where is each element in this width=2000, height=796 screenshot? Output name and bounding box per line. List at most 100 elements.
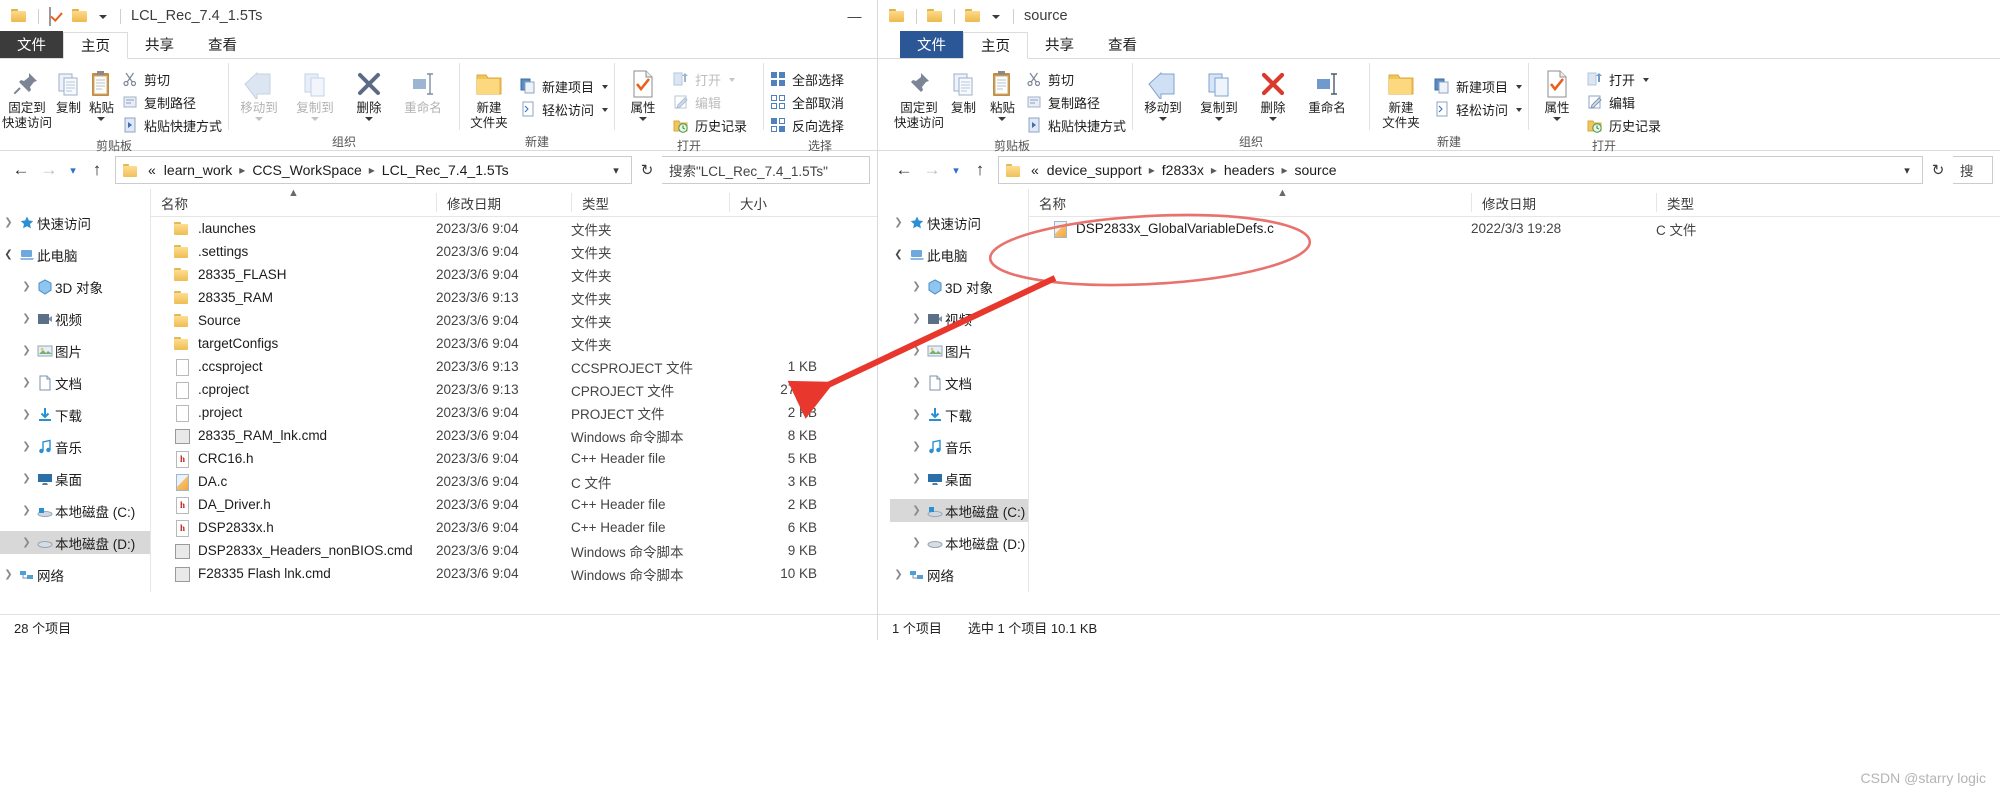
open-chevron-down-icon[interactable] (729, 77, 736, 82)
table-row[interactable]: .project 2023/3/6 9:04 PROJECT 文件 2 KB (151, 401, 877, 424)
nav-item-downloads[interactable]: ❯ 下载 (890, 403, 1028, 426)
column-header-date[interactable]: 修改日期 (1471, 193, 1656, 212)
chevron-right-icon[interactable]: ❯ (18, 313, 35, 324)
breadcrumb-item-2[interactable]: LCL_Rec_7.4_1.5Ts (378, 162, 513, 178)
new-folder-button[interactable]: 新建 文件夹 (462, 63, 516, 131)
chevron-down-icon[interactable]: ❮ (0, 249, 17, 260)
nav-item-music[interactable]: ❯ 音乐 (0, 435, 150, 458)
back-button[interactable]: ← (890, 156, 918, 184)
table-row[interactable]: .ccsproject 2023/3/6 9:13 CCSPROJECT 文件 1 K… (151, 355, 877, 378)
nav-item-local-disk-c[interactable]: ❯ 本地磁盘 (C:) (0, 499, 150, 522)
table-row[interactable]: DSP2833x_GlobalVariableDefs.c 2022/3/3 19… (1029, 217, 2000, 240)
new-item-button[interactable]: 新建项目 (516, 75, 612, 98)
table-row[interactable]: Source 2023/3/6 9:04 文件夹 (151, 309, 877, 332)
cut-button[interactable]: 剪切 (1022, 68, 1130, 91)
tab-view[interactable]: 查看 (191, 31, 254, 58)
nav-item-desktop[interactable]: ❯ 桌面 (890, 467, 1028, 490)
properties-button[interactable]: 属性 (617, 63, 669, 121)
delete-chevron-down-icon[interactable] (365, 117, 373, 121)
chevron-right-icon[interactable]: ❯ (908, 441, 925, 452)
address-history-chevron-down-icon[interactable]: ▾ (605, 164, 627, 177)
open-button[interactable]: 打开 (1583, 68, 1665, 91)
qat-customize-chevron-down-icon[interactable] (98, 11, 109, 22)
new-folder-button[interactable]: 新建 文件夹 (1372, 63, 1430, 131)
chevron-right-icon[interactable]: ❯ (908, 473, 925, 484)
breadcrumb-item-0[interactable]: learn_work (160, 162, 236, 178)
refresh-button[interactable]: ↻ (632, 156, 662, 184)
nav-item-network[interactable]: ❯ 网络 (890, 563, 1028, 586)
breadcrumb-chevron-2[interactable]: ▸ (1278, 163, 1290, 177)
properties-button[interactable]: 属性 (1531, 63, 1583, 121)
table-row[interactable]: F28335 Flash lnk.cmd 2023/3/6 9:04 Windows… (151, 562, 877, 585)
tab-home[interactable]: 主页 (963, 32, 1028, 59)
breadcrumb-chevron-0[interactable]: ▸ (1146, 163, 1158, 177)
breadcrumb-chevron-1[interactable]: ▸ (1208, 163, 1220, 177)
chevron-right-icon[interactable]: ❯ (908, 409, 925, 420)
tab-file[interactable]: 文件 (0, 31, 63, 58)
system-menu-folder-icon[interactable] (889, 8, 906, 24)
breadcrumb-chevron-0[interactable]: ▸ (236, 163, 248, 177)
table-row[interactable]: DA_Driver.h 2023/3/6 9:04 C++ Header file 2… (151, 493, 877, 516)
search-input[interactable]: 搜索"LCL_Rec_7.4_1.5Ts" (662, 156, 870, 184)
breadcrumb-chevron-1[interactable]: ▸ (366, 163, 378, 177)
chevron-right-icon[interactable]: ❯ (908, 537, 925, 548)
nav-item-desktop[interactable]: ❯ 桌面 (0, 467, 150, 490)
nav-item-local-disk-c[interactable]: ❯ 本地磁盘 (C:) (890, 499, 1028, 522)
refresh-button[interactable]: ↻ (1923, 156, 1953, 184)
paste-shortcut-button[interactable]: 粘贴快捷方式 (1022, 114, 1130, 137)
minimize-button[interactable]: — (832, 1, 877, 31)
chevron-right-icon[interactable]: ❯ (18, 441, 35, 452)
paste-button[interactable]: 粘贴 (983, 63, 1022, 121)
chevron-right-icon[interactable]: ❯ (908, 345, 925, 356)
open-chevron-down-icon[interactable] (1643, 77, 1650, 82)
nav-item-local-disk-d[interactable]: ❯ 本地磁盘 (D:) (0, 531, 150, 554)
qat-new-folder-icon[interactable] (927, 8, 944, 24)
forward-button[interactable]: → (35, 156, 63, 184)
tab-home[interactable]: 主页 (63, 32, 128, 59)
table-row[interactable]: CRC16.h 2023/3/6 9:04 C++ Header file 5 KB (151, 447, 877, 470)
column-header-date[interactable]: 修改日期 (436, 193, 571, 212)
pin-to-quick-access-button[interactable]: 固定到 快速访问 (2, 63, 52, 131)
chevron-right-icon[interactable]: ❯ (18, 377, 35, 388)
move-to-button[interactable]: 移动到 (231, 63, 287, 121)
delete-chevron-down-icon[interactable] (1269, 117, 1277, 121)
paste-chevron-down-icon[interactable] (998, 117, 1007, 121)
nav-item-this-pc[interactable]: ❮ 此电脑 (0, 243, 150, 266)
forward-button[interactable]: → (918, 156, 946, 184)
chevron-right-icon[interactable]: ❯ (890, 217, 907, 228)
rename-button[interactable]: 重命名 (1299, 63, 1355, 116)
address-input[interactable]: « learn_work ▸ CCS_WorkSpace ▸ LCL_Rec_7… (115, 156, 632, 184)
new-item-chevron-down-icon[interactable] (602, 84, 608, 89)
select-none-button[interactable]: 全部取消 (766, 91, 848, 114)
column-header-type[interactable]: 类型 (571, 193, 729, 212)
breadcrumb-item-1[interactable]: CCS_WorkSpace (248, 162, 365, 178)
tab-file[interactable]: 文件 (900, 31, 963, 58)
chevron-right-icon[interactable]: ❯ (908, 313, 925, 324)
nav-item-videos[interactable]: ❯ 视频 (0, 307, 150, 330)
nav-item-music[interactable]: ❯ 音乐 (890, 435, 1028, 458)
nav-item-3d-objects[interactable]: ❯ 3D 对象 (890, 275, 1028, 298)
copy-to-button[interactable]: 复制到 (287, 63, 343, 121)
move-to-chevron-down-icon[interactable] (1159, 117, 1167, 121)
address-history-chevron-down-icon[interactable]: ▾ (1896, 164, 1918, 177)
new-item-chevron-down-icon[interactable] (1516, 84, 1522, 89)
table-row[interactable]: DSP2833x.h 2023/3/6 9:04 C++ Header file 6 … (151, 516, 877, 539)
column-header-type[interactable]: 类型 (1656, 193, 1816, 212)
chevron-right-icon[interactable]: ❯ (890, 569, 907, 580)
recent-locations-chevron-down-icon[interactable]: ▾ (946, 156, 966, 184)
nav-item-quick-access[interactable]: ❯ 快速访问 (890, 211, 1028, 234)
easy-access-button[interactable]: 轻松访问 (1430, 98, 1526, 121)
edit-button[interactable]: 编辑 (669, 91, 751, 114)
history-button[interactable]: 历史记录 (669, 114, 751, 137)
nav-item-3d-objects[interactable]: ❯ 3D 对象 (0, 275, 150, 298)
new-item-button[interactable]: 新建项目 (1430, 75, 1526, 98)
copy-to-chevron-down-icon[interactable] (311, 117, 319, 121)
table-row[interactable]: 28335_RAM 2023/3/6 9:13 文件夹 (151, 286, 877, 309)
easy-access-button[interactable]: 轻松访问 (516, 98, 612, 121)
nav-item-pictures[interactable]: ❯ 图片 (0, 339, 150, 362)
copy-path-button[interactable]: 复制路径 (1022, 91, 1130, 114)
qat-properties-checkbox-icon[interactable] (49, 7, 64, 26)
delete-button[interactable]: 删除 (1247, 63, 1299, 121)
column-header-name[interactable]: 名称 ▲ (1029, 189, 1471, 212)
chevron-right-icon[interactable]: ❯ (908, 377, 925, 388)
